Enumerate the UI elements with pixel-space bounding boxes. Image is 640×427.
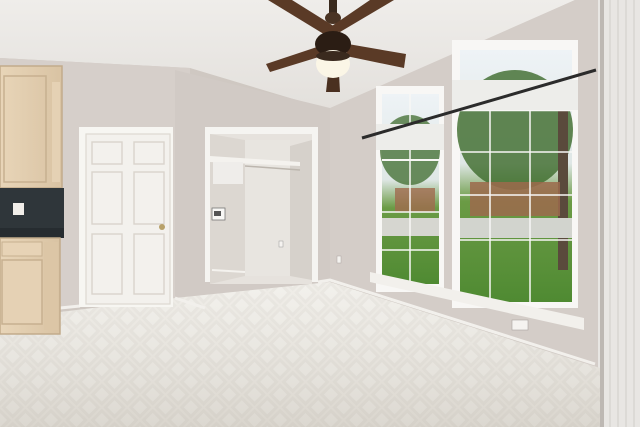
wall-outlet <box>336 255 342 264</box>
outlet <box>13 203 24 215</box>
backsplash <box>0 188 64 230</box>
room-photo <box>0 0 640 427</box>
floor-outlet <box>511 319 529 331</box>
upper-cabinet <box>0 65 63 189</box>
laundry-closet <box>205 127 318 284</box>
countertop <box>0 228 64 238</box>
room-illustration <box>0 0 640 427</box>
door-knob <box>159 224 165 230</box>
lower-cabinet <box>0 237 61 335</box>
interior-door <box>79 127 173 307</box>
